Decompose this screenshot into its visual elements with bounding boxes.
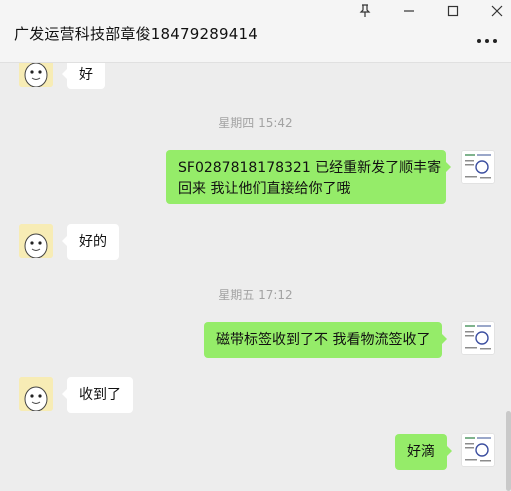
message-timestamp: 星期五 17:12 xyxy=(218,288,293,302)
message-bubble-incoming: 好的 xyxy=(62,224,119,260)
message-list: 好 星期四 15:42 SF0287818178321 已经重新发了顺丰寄 回来… xyxy=(0,63,511,491)
self-avatar[interactable] xyxy=(461,433,495,467)
minimize-icon[interactable] xyxy=(396,1,422,21)
message-bubble-outgoing: SF0287818178321 已经重新发了顺丰寄 回来 我让他们直接给你了哦 xyxy=(166,150,451,204)
message-bubble-outgoing: 好滴 xyxy=(395,434,452,470)
self-avatar[interactable] xyxy=(461,321,495,355)
self-avatar[interactable] xyxy=(461,150,495,184)
contact-avatar[interactable] xyxy=(19,377,53,411)
close-icon[interactable] xyxy=(484,1,510,21)
message-line: 回来 我让他们直接给你了哦 xyxy=(178,181,351,197)
chat-title: 广发运营科技部章俊18479289414 xyxy=(14,25,258,43)
message-line: SF0287818178321 已经重新发了顺丰寄 xyxy=(178,160,442,176)
more-options-icon[interactable] xyxy=(477,34,497,48)
contact-avatar[interactable] xyxy=(19,224,53,258)
message-bubble-outgoing: 磁带标签收到了不 我看物流签收了 xyxy=(204,322,448,358)
message-bubble-incoming: 好 xyxy=(62,63,105,89)
message-timestamp: 星期四 15:42 xyxy=(218,116,293,130)
maximize-icon[interactable] xyxy=(440,1,466,21)
chat-header: 广发运营科技部章俊18479289414 xyxy=(0,0,511,63)
pin-icon[interactable] xyxy=(352,1,378,21)
contact-avatar[interactable] xyxy=(19,63,53,87)
message-bubble-incoming: 收到了 xyxy=(62,377,133,413)
scrollbar[interactable] xyxy=(506,411,511,491)
